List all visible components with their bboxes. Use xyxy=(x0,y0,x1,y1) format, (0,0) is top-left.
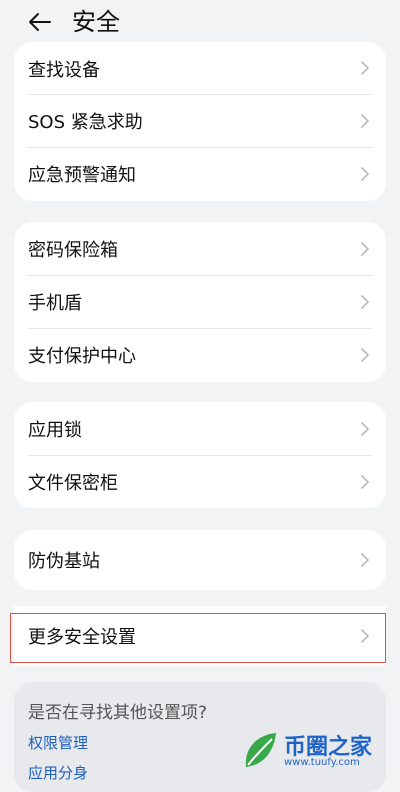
watermark: 币圈之家 www.tuufy.com xyxy=(240,729,390,773)
leaf-logo-icon xyxy=(245,733,276,767)
chevron-right-icon xyxy=(361,553,369,567)
fake-base-station-item[interactable]: 防伪基站 xyxy=(14,530,386,590)
settings-group-3: 应用锁 文件保密柜 xyxy=(14,402,386,508)
highlight-box xyxy=(10,613,386,663)
chevron-right-icon xyxy=(361,241,369,256)
item-label: 密码保险箱 xyxy=(28,239,118,261)
item-label: 手机盾 xyxy=(28,292,82,314)
password-vault-item[interactable]: 密码保险箱 xyxy=(14,222,386,275)
top-bar: 安全 xyxy=(0,0,400,44)
chevron-right-icon xyxy=(361,166,369,181)
payment-protection-item[interactable]: 支付保护中心 xyxy=(14,328,386,381)
item-label: 防伪基站 xyxy=(28,551,100,572)
settings-group-1: 查找设备 SOS 紧急求助 应急预警通知 xyxy=(14,42,386,201)
chevron-right-icon xyxy=(361,294,369,309)
chevron-right-icon xyxy=(361,113,369,128)
file-safe-item[interactable]: 文件保密柜 xyxy=(14,455,386,508)
item-label: 文件保密柜 xyxy=(28,472,118,494)
watermark-url: www.tuufy.com xyxy=(284,757,360,768)
app-lock-item[interactable]: 应用锁 xyxy=(14,402,386,455)
emergency-alert-item[interactable]: 应急预警通知 xyxy=(14,147,386,200)
chevron-right-icon xyxy=(361,61,369,75)
permission-management-link[interactable]: 权限管理 xyxy=(28,732,88,753)
page-title: 安全 xyxy=(72,8,120,36)
sos-emergency-item[interactable]: SOS 紧急求助 xyxy=(14,94,386,147)
settings-group-4: 防伪基站 xyxy=(14,530,386,590)
phone-shield-item[interactable]: 手机盾 xyxy=(14,275,386,328)
app-twin-link[interactable]: 应用分身 xyxy=(28,762,88,783)
item-label: SOS 紧急求助 xyxy=(28,111,143,133)
chevron-right-icon xyxy=(361,474,369,489)
item-label: 应急预警通知 xyxy=(28,164,136,186)
item-label: 应用锁 xyxy=(28,419,82,441)
item-label: 支付保护中心 xyxy=(28,345,136,367)
back-arrow-icon[interactable] xyxy=(26,8,54,36)
chevron-right-icon xyxy=(361,421,369,436)
item-label: 查找设备 xyxy=(28,60,100,81)
chevron-right-icon xyxy=(361,347,369,362)
find-device-item[interactable]: 查找设备 xyxy=(14,42,386,94)
suggestion-prompt: 是否在寻找其他设置项? xyxy=(28,703,208,723)
settings-group-2: 密码保险箱 手机盾 支付保护中心 xyxy=(14,222,386,382)
